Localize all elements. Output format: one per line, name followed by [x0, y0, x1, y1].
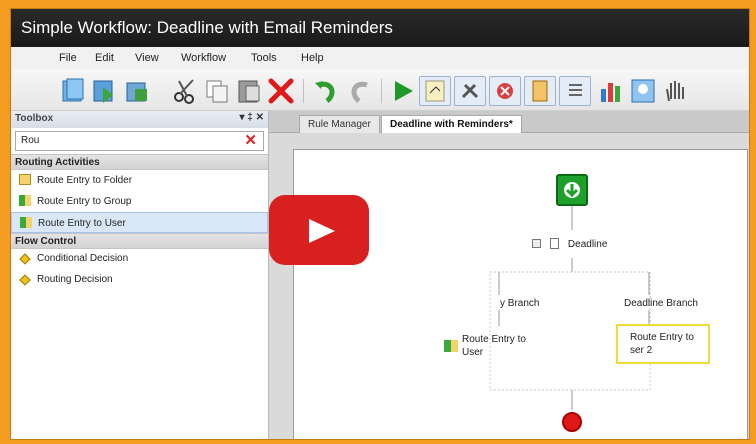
window-title: Simple Workflow: Deadline with Email Rem…: [21, 18, 393, 37]
category-label: Routing Activities: [15, 157, 100, 168]
tab-label: Rule Manager: [308, 119, 371, 130]
list-icon[interactable]: [559, 76, 591, 106]
deadline-node[interactable]: Deadline: [532, 234, 607, 252]
toolbox-item-routing-decision[interactable]: Routing Decision: [11, 270, 268, 291]
item-label: Route Entry to Folder: [37, 175, 133, 186]
workflow-connectors: [489, 206, 651, 410]
window-titlebar: Simple Workflow: Deadline with Email Rem…: [11, 9, 749, 47]
diamond-icon: [19, 274, 31, 286]
diamond-icon: [19, 253, 31, 265]
toolbox-search-value: Rou: [21, 135, 40, 146]
menu-help[interactable]: Help: [301, 52, 324, 64]
end-node[interactable]: [562, 412, 582, 432]
toolbar-separator: [303, 79, 304, 103]
deadline-icon: [550, 238, 560, 249]
toolbox-search-input[interactable]: Rou ✕: [15, 131, 264, 151]
toolbox-item-route-entry-folder[interactable]: Route Entry to Folder: [11, 170, 268, 191]
rule-icon[interactable]: [419, 76, 451, 106]
toolbox-item-route-entry-group[interactable]: Route Entry to Group: [11, 191, 268, 212]
designer-area: Rule Manager Deadline with Reminders* De…: [269, 111, 749, 439]
cut-icon[interactable]: [171, 77, 199, 105]
user-icon: [20, 217, 32, 228]
run-icon[interactable]: [389, 77, 417, 105]
menu-workflow[interactable]: Workflow: [181, 52, 226, 64]
new-document-icon[interactable]: [59, 77, 87, 105]
redo-icon[interactable]: [347, 77, 375, 105]
folder-icon: [19, 174, 31, 185]
stop-icon[interactable]: [489, 76, 521, 106]
toolbox-panel: Toolbox ▾ ‡ ✕ Rou ✕ Routing Activities R…: [11, 111, 269, 439]
menu-edit[interactable]: Edit: [95, 52, 114, 64]
tab-label: Deadline with Reminders*: [390, 119, 513, 130]
document-tabs: Rule Manager Deadline with Reminders*: [269, 111, 749, 133]
route-right-line1: Route Entry to: [630, 332, 694, 343]
tab-deadline-with-reminders[interactable]: Deadline with Reminders*: [381, 115, 522, 133]
tab-rule-manager[interactable]: Rule Manager: [299, 115, 380, 133]
clear-search-icon[interactable]: ✕: [244, 131, 257, 149]
toolbox-title: Toolbox: [15, 113, 54, 124]
save-icon[interactable]: [91, 77, 119, 105]
toolbox-header: Toolbox ▾ ‡ ✕: [11, 111, 268, 128]
workflow-canvas[interactable]: Deadline y Branch Deadline Branch Route …: [293, 149, 748, 439]
group-icon: [19, 195, 31, 206]
toolbar: [11, 69, 749, 111]
menu-view[interactable]: View: [135, 52, 159, 64]
branch-right-label[interactable]: Deadline Branch: [624, 298, 698, 309]
app-window: Simple Workflow: Deadline with Email Rem…: [10, 8, 750, 440]
route-left-line2: User: [462, 347, 484, 358]
menu-tools[interactable]: Tools: [251, 52, 277, 64]
item-label: Routing Decision: [37, 274, 113, 285]
delete-icon[interactable]: [267, 77, 295, 105]
menu-file[interactable]: File: [59, 52, 77, 64]
route-entry-user-2-node[interactable]: Route Entry to ser 2: [616, 324, 710, 364]
user-icon: [444, 340, 458, 352]
publish-icon[interactable]: [123, 77, 151, 105]
category-label: Flow Control: [15, 236, 77, 247]
copy-icon[interactable]: [203, 77, 231, 105]
toolbox-window-controls[interactable]: ▾ ‡ ✕: [239, 112, 264, 123]
properties-icon[interactable]: [524, 76, 556, 106]
branch-left-label[interactable]: y Branch: [500, 298, 539, 309]
deadline-label: Deadline: [567, 239, 608, 250]
video-play-button[interactable]: [269, 195, 369, 265]
hand-pan-icon[interactable]: [661, 77, 689, 105]
toolbar-separator: [381, 79, 382, 103]
item-label: Route Entry to Group: [37, 196, 132, 207]
chart-icon[interactable]: [597, 77, 625, 105]
category-routing-activities[interactable]: Routing Activities: [11, 154, 268, 170]
start-node[interactable]: [556, 174, 588, 206]
undo-icon[interactable]: [311, 77, 339, 105]
category-flow-control[interactable]: Flow Control: [11, 233, 268, 249]
toolbox-item-route-entry-user[interactable]: Route Entry to User: [11, 212, 268, 233]
item-label: Conditional Decision: [37, 253, 129, 264]
zoom-icon[interactable]: [629, 77, 657, 105]
toolbox-item-conditional-decision[interactable]: Conditional Decision: [11, 249, 268, 270]
collapse-icon[interactable]: [532, 239, 541, 248]
item-label: Route Entry to User: [38, 218, 126, 229]
menu-bar: File Edit View Workflow Tools Help: [11, 47, 749, 69]
route-left-line1: Route Entry to: [462, 334, 526, 345]
play-icon: [309, 219, 335, 243]
paste-icon[interactable]: [235, 77, 263, 105]
tools-icon[interactable]: [454, 76, 486, 106]
route-right-line2: ser 2: [630, 345, 653, 356]
route-entry-user-node[interactable]: Route Entry to User: [444, 330, 540, 370]
